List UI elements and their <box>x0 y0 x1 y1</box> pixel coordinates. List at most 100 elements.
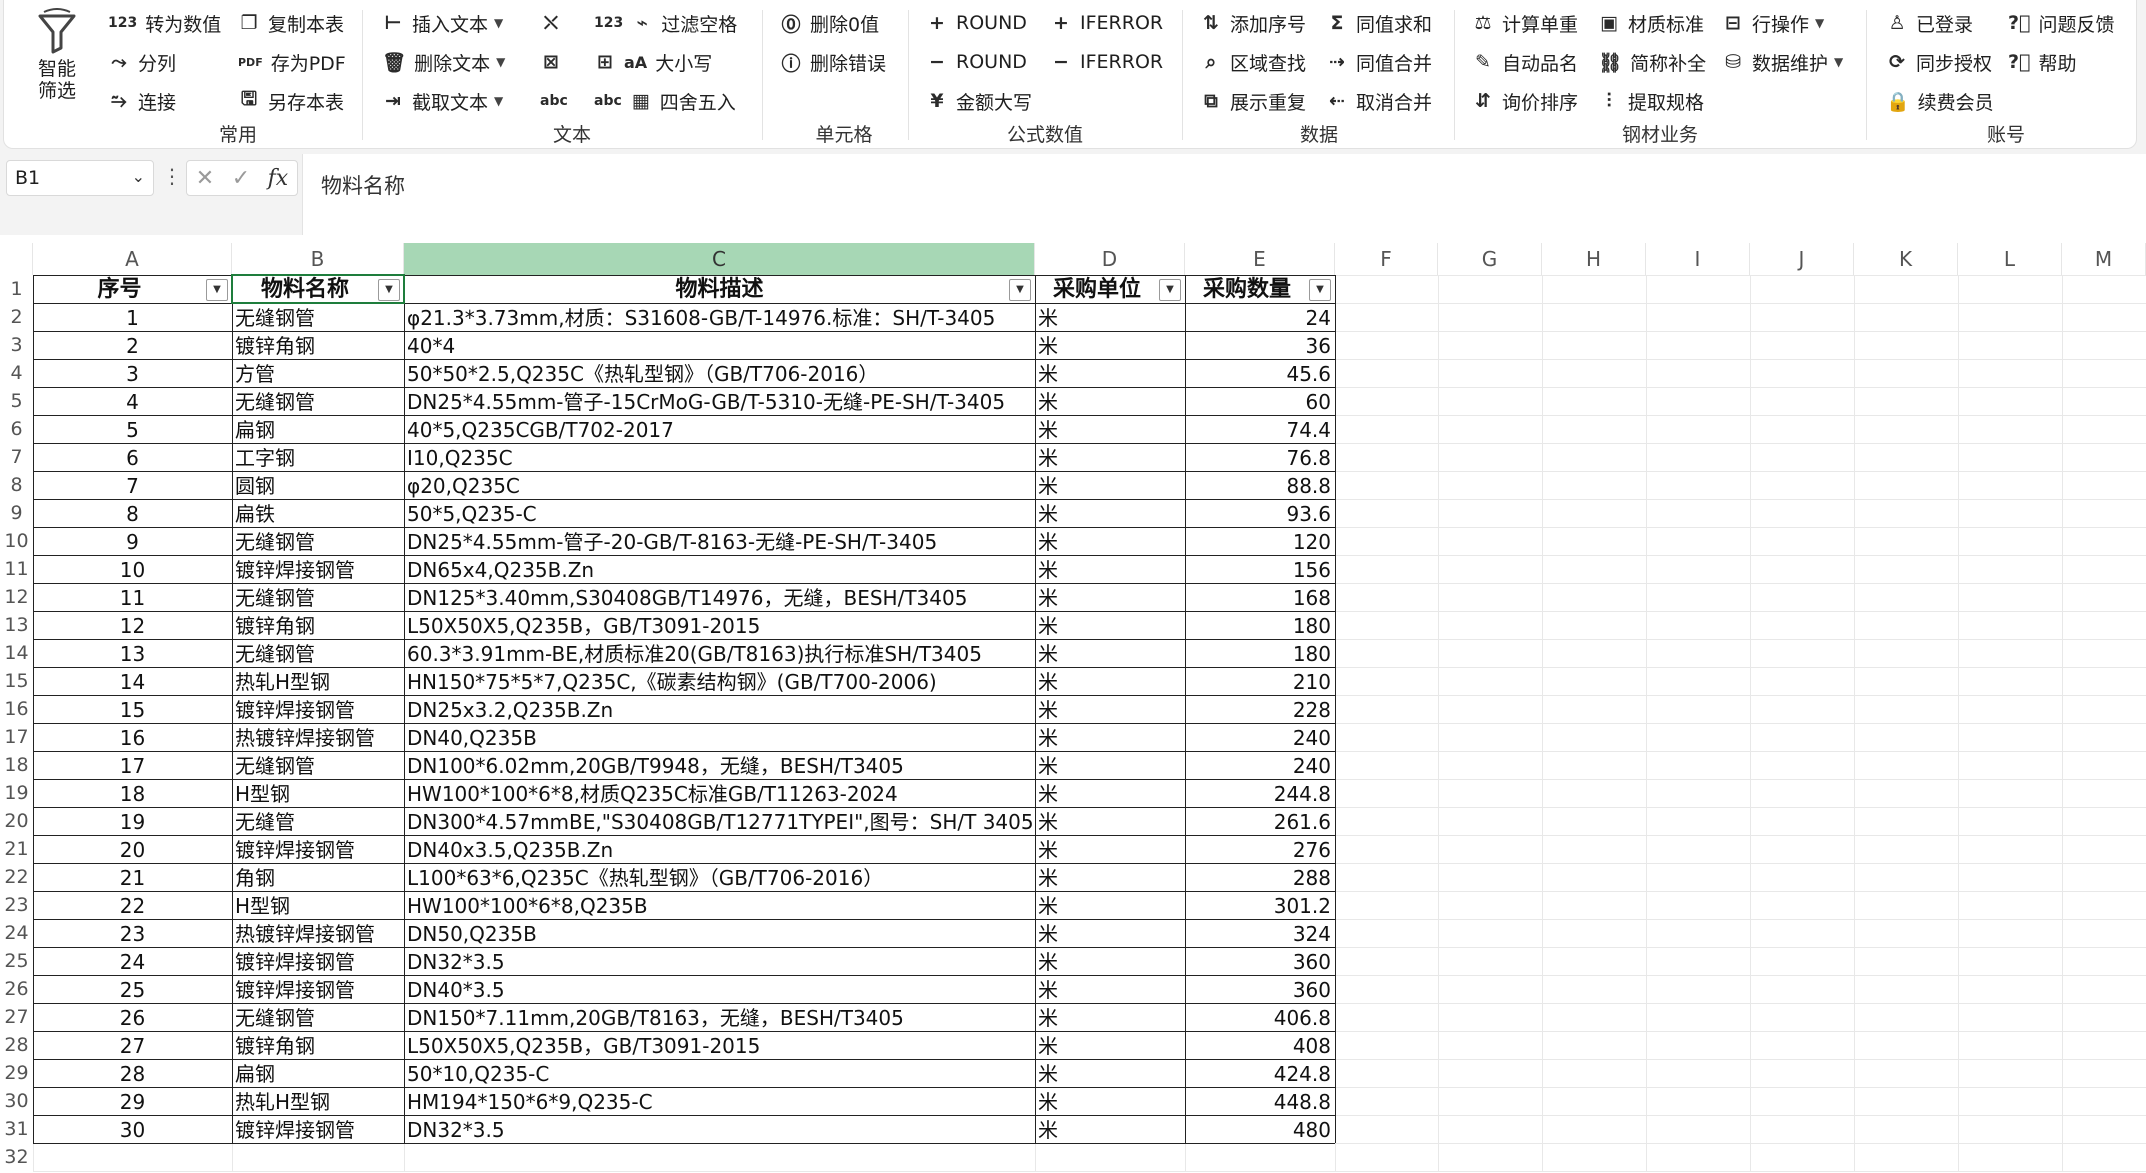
table-cell[interactable]: 210 <box>1185 668 1335 696</box>
table-cell[interactable]: 镀锌焊接钢管 <box>232 1116 404 1144</box>
row-header[interactable]: 31 <box>0 1115 33 1143</box>
table-cell[interactable]: 76.8 <box>1185 444 1335 472</box>
table-cell[interactable]: 40*5,Q235CGB/T702-2017 <box>404 416 1035 444</box>
table-cell[interactable]: 圆钢 <box>232 472 404 500</box>
table-cell[interactable]: L50X50X5,Q235B，GB/T3091-2015 <box>404 612 1035 640</box>
table-cell[interactable]: 2 <box>33 332 232 360</box>
table-cell[interactable]: 米 <box>1035 752 1185 780</box>
column-header-c[interactable]: C <box>404 243 1035 275</box>
table-cell[interactable]: 45.6 <box>1185 360 1335 388</box>
table-cell[interactable]: 镀锌焊接钢管 <box>232 556 404 584</box>
row-header[interactable]: 15 <box>0 667 33 695</box>
table-cell[interactable]: 热轧H型钢 <box>232 668 404 696</box>
table-cell[interactable]: DN100*6.02mm,20GB/T9948，无缝，BESH/T3405 <box>404 752 1035 780</box>
row-header[interactable]: 9 <box>0 499 33 527</box>
table-cell[interactable]: 40*4 <box>404 332 1035 360</box>
table-cell[interactable]: 15 <box>33 696 232 724</box>
table-cell[interactable]: 米 <box>1035 416 1185 444</box>
column-header-h[interactable]: H <box>1542 243 1646 275</box>
convert-to-value-button[interactable]: 123 转为数值 <box>108 6 221 40</box>
table-cell[interactable]: 热轧H型钢 <box>232 1088 404 1116</box>
show-duplicates-button[interactable]: ⧉ 展示重复 <box>1200 84 1306 118</box>
table-cell[interactable]: 1 <box>33 304 232 332</box>
row-header[interactable]: 25 <box>0 947 33 975</box>
table-cell[interactable]: 360 <box>1185 976 1335 1004</box>
table-cell[interactable]: 13 <box>33 640 232 668</box>
row-header[interactable]: 16 <box>0 695 33 723</box>
table-cell[interactable]: 24 <box>33 948 232 976</box>
table-cell[interactable]: 米 <box>1035 724 1185 752</box>
row-header[interactable]: 10 <box>0 527 33 555</box>
table-header-cell[interactable]: 序号 <box>33 276 206 304</box>
split-column-button[interactable]: ⤳ 分列 <box>108 45 176 79</box>
table-cell[interactable]: 镀锌角钢 <box>232 1032 404 1060</box>
table-cell[interactable]: φ20,Q235C <box>404 472 1035 500</box>
filter-dropdown-icon[interactable]: ▼ <box>206 279 228 301</box>
column-header-e[interactable]: E <box>1185 243 1335 275</box>
table-cell[interactable]: HM194*150*6*9,Q235-C <box>404 1088 1035 1116</box>
table-cell[interactable]: 23 <box>33 920 232 948</box>
filter-dropdown-icon[interactable]: ▼ <box>1009 279 1031 301</box>
table-cell[interactable]: H型钢 <box>232 780 404 808</box>
table-cell[interactable]: 21 <box>33 864 232 892</box>
table-cell[interactable]: 米 <box>1035 836 1185 864</box>
table-cell[interactable]: HW100*100*6*8,Q235B <box>404 892 1035 920</box>
table-cell[interactable]: DN25*4.55mm-管子-20-GB/T-8163-无缝-PE-SH/T-3… <box>404 528 1035 556</box>
table-cell[interactable]: 米 <box>1035 1088 1185 1116</box>
table-cell[interactable]: L100*63*6,Q235C《热轧型钢》（GB/T706-2016） <box>404 864 1035 892</box>
round-remove-button[interactable]: − ROUND <box>926 45 1027 79</box>
table-cell[interactable]: 20 <box>33 836 232 864</box>
table-cell[interactable]: 米 <box>1035 500 1185 528</box>
table-cell[interactable]: 米 <box>1035 528 1185 556</box>
table-cell[interactable]: 镀锌焊接钢管 <box>232 948 404 976</box>
column-header-m[interactable]: M <box>2062 243 2146 275</box>
table-cell[interactable]: 14 <box>33 668 232 696</box>
column-header-b[interactable]: B <box>232 243 404 275</box>
table-cell[interactable]: 米 <box>1035 808 1185 836</box>
row-header[interactable]: 23 <box>0 891 33 919</box>
smart-filter-button[interactable]: 智能 筛选 <box>24 8 90 112</box>
iferror-add-button[interactable]: + IFERROR <box>1050 6 1163 40</box>
spellcheck-button[interactable]: abc <box>540 84 576 118</box>
unit-weight-button[interactable]: ⚖ 计算单重 <box>1472 6 1578 40</box>
table-cell[interactable]: 168 <box>1185 584 1335 612</box>
table-cell[interactable]: 10 <box>33 556 232 584</box>
table-cell[interactable]: DN125*3.40mm,S30408GB/T14976，无缝，BESH/T34… <box>404 584 1035 612</box>
row-header[interactable]: 22 <box>0 863 33 891</box>
table-cell[interactable]: 米 <box>1035 864 1185 892</box>
table-cell[interactable]: 261.6 <box>1185 808 1335 836</box>
row-header[interactable]: 1 <box>0 275 33 303</box>
logged-in-button[interactable]: ♙ 已登录 <box>1886 6 1973 40</box>
table-cell[interactable]: 米 <box>1035 332 1185 360</box>
table-cell[interactable]: 镀锌焊接钢管 <box>232 836 404 864</box>
table-cell[interactable]: 16 <box>33 724 232 752</box>
table-cell[interactable]: 3 <box>33 360 232 388</box>
table-cell[interactable]: 27 <box>33 1032 232 1060</box>
filter-spaces-button[interactable]: 123 ⌁ 过滤空格 <box>594 6 737 40</box>
table-cell[interactable]: 276 <box>1185 836 1335 864</box>
table-cell[interactable]: 方管 <box>232 360 404 388</box>
table-cell[interactable]: 240 <box>1185 724 1335 752</box>
table-cell[interactable]: φ21.3*3.73mm,材质：S31608-GB/T-14976.标准：SH/… <box>404 304 1035 332</box>
table-cell[interactable]: 镀锌焊接钢管 <box>232 696 404 724</box>
table-cell[interactable]: 228 <box>1185 696 1335 724</box>
table-cell[interactable]: 180 <box>1185 640 1335 668</box>
table-cell[interactable]: 热镀锌焊接钢管 <box>232 920 404 948</box>
table-cell[interactable]: 米 <box>1035 556 1185 584</box>
table-cell[interactable]: 热镀锌焊接钢管 <box>232 724 404 752</box>
name-box[interactable]: B1 ⌄ <box>6 160 154 196</box>
table-cell[interactable]: 工字钢 <box>232 444 404 472</box>
table-cell[interactable]: 17 <box>33 752 232 780</box>
table-cell[interactable]: I10,Q235C <box>404 444 1035 472</box>
table-cell[interactable]: 36 <box>1185 332 1335 360</box>
table-cell[interactable]: 米 <box>1035 976 1185 1004</box>
row-header[interactable]: 32 <box>0 1143 33 1171</box>
table-cell[interactable]: DN32*3.5 <box>404 1116 1035 1144</box>
table-cell[interactable]: DN40,Q235B <box>404 724 1035 752</box>
table-cell[interactable]: 60.3*3.91mm-BE,材质标准20(GB/T8163)执行标准SH/T3… <box>404 640 1035 668</box>
table-cell[interactable]: DN32*3.5 <box>404 948 1035 976</box>
table-cell[interactable]: 244.8 <box>1185 780 1335 808</box>
table-cell[interactable]: DN25x3.2,Q235B.Zn <box>404 696 1035 724</box>
table-cell[interactable]: DN150*7.11mm,20GB/T8163，无缝，BESH/T3405 <box>404 1004 1035 1032</box>
row-header[interactable]: 5 <box>0 387 33 415</box>
